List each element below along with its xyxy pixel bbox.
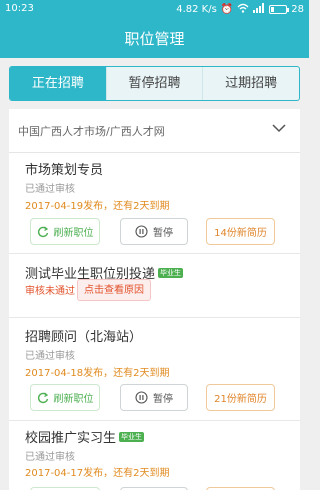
new-resumes-button[interactable]: 14份新简历 <box>206 218 275 245</box>
refresh-job-label: 刷新职位 <box>53 394 94 405</box>
refresh-job-button[interactable]: 刷新职位 <box>30 384 100 411</box>
recruit-tabs: 正在招聘 暂停招聘 过期招聘 <box>9 66 300 101</box>
job-card[interactable]: 市场策划专员 已通过审核 2017-04-19发布，还有2天到期 刷新职位 暂停… <box>9 153 300 254</box>
job-title: 招聘顾问（北海站） <box>25 330 143 345</box>
refresh-icon <box>37 391 48 403</box>
pause-job-button[interactable]: 暂停 <box>120 384 188 411</box>
job-review-status: 已通过审核 <box>25 184 75 195</box>
view-reason-button[interactable]: 点击查看原因 <box>77 279 151 301</box>
pause-icon <box>135 391 148 404</box>
job-card[interactable]: 招聘顾问（北海站） 已通过审核 2017-04-18发布，还有2天到期 刷新职位… <box>9 318 300 421</box>
job-title: 市场策划专员 <box>25 163 104 178</box>
graduate-badge: 毕业生 <box>119 431 145 442</box>
net-speed: 4.82 K/s <box>176 4 217 15</box>
wifi-icon <box>237 3 249 16</box>
job-date-info: 2017-04-19发布，还有2天到期 <box>25 201 170 212</box>
job-review-status: 已通过审核 <box>25 452 75 463</box>
chevron-down-icon <box>272 124 286 133</box>
job-title: 校园推广实习生 毕业生 <box>25 431 145 446</box>
job-card[interactable]: 校园推广实习生 毕业生 已通过审核 2017-04-17发布，还有2天到期 <box>9 421 300 490</box>
job-date-info: 2017-04-18发布，还有2天到期 <box>25 368 170 379</box>
status-time: 10:23 <box>5 3 34 14</box>
tab-paused-recruiting[interactable]: 暂停招聘 <box>105 67 203 100</box>
battery-level: 28 <box>291 4 304 15</box>
job-review-status: 已通过审核 <box>25 351 75 362</box>
market-filter-label: 中国广西人才市场/广西人才网 <box>18 124 165 138</box>
tab-expired-recruiting[interactable]: 过期招聘 <box>202 67 299 100</box>
signal-icon <box>253 3 265 16</box>
pause-icon <box>135 225 148 238</box>
job-date-info: 2017-04-17发布，还有2天到期 <box>25 468 170 479</box>
refresh-icon <box>37 225 48 237</box>
battery-icon <box>269 5 290 14</box>
graduate-badge: 毕业生 <box>158 267 184 278</box>
status-icons: 4.82 K/s ⏰ 28 <box>176 3 304 16</box>
job-list: 市场策划专员 已通过审核 2017-04-19发布，还有2天到期 刷新职位 暂停… <box>9 153 300 490</box>
new-resumes-button[interactable]: 21份新简历 <box>206 384 275 411</box>
job-review-status: 审核未通过 <box>25 286 75 297</box>
pause-job-label: 暂停 <box>153 228 173 239</box>
pause-job-label: 暂停 <box>153 394 173 405</box>
alarm-icon: ⏰ <box>220 4 234 15</box>
tab-active-recruiting[interactable]: 正在招聘 <box>10 67 106 100</box>
status-bar: 10:23 4.82 K/s ⏰ 28 <box>0 0 309 20</box>
pause-job-button[interactable]: 暂停 <box>120 218 188 245</box>
refresh-job-button[interactable]: 刷新职位 <box>30 218 100 245</box>
refresh-job-label: 刷新职位 <box>53 228 94 239</box>
job-card[interactable]: 测试毕业生职位别投递 毕业生 审核未通过 点击查看原因 <box>9 254 300 318</box>
market-filter-dropdown[interactable]: 中国广西人才市场/广西人才网 <box>9 109 300 153</box>
page-title: 职位管理 <box>0 20 309 58</box>
